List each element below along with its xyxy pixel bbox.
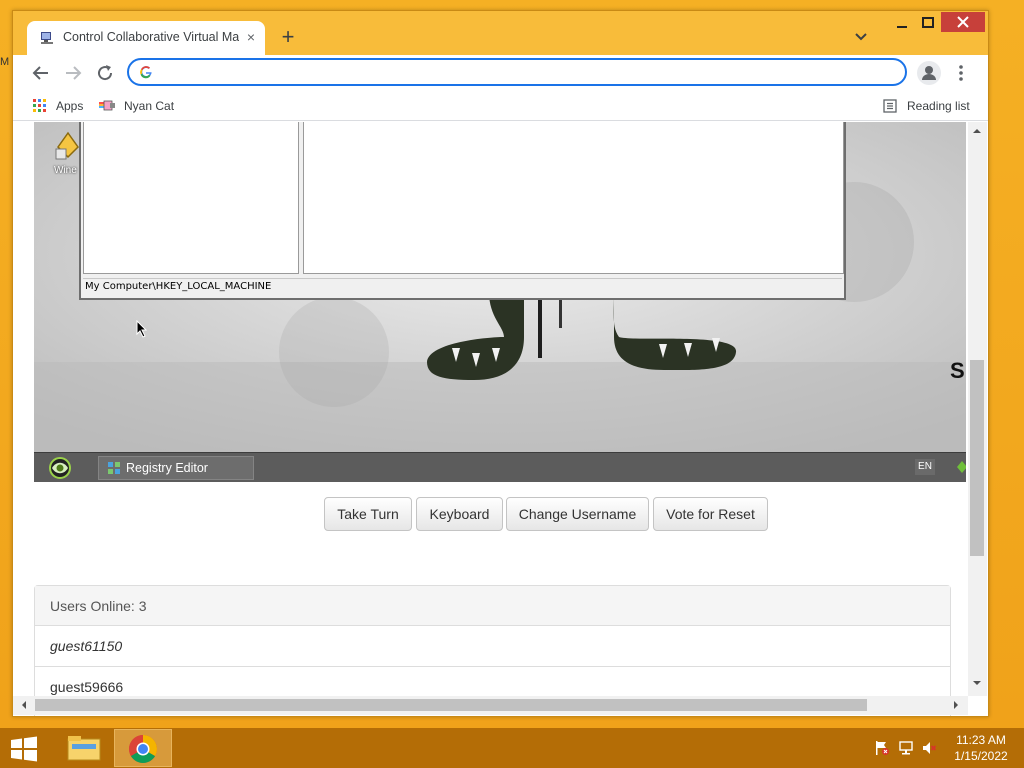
close-window-icon[interactable] xyxy=(941,12,985,32)
vm-taskbar-registry-editor[interactable]: Registry Editor xyxy=(98,456,254,480)
clock-date: 1/15/2022 xyxy=(954,749,1008,763)
scroll-down-arrow-icon[interactable] xyxy=(972,678,982,688)
file-explorer-icon xyxy=(67,736,101,761)
taskbar-chrome[interactable] xyxy=(114,729,172,767)
chrome-icon xyxy=(129,735,157,763)
network-icon[interactable] xyxy=(898,740,914,756)
bookmark-nyan-cat[interactable]: Nyan Cat xyxy=(99,97,189,115)
minimize-icon[interactable] xyxy=(889,13,915,33)
bookmark-apps-label: Apps xyxy=(56,99,84,113)
tab-strip: Control Collaborative Virtual Ma × + xyxy=(13,11,988,55)
windows-start-icon[interactable] xyxy=(10,736,38,762)
scroll-up-arrow-icon[interactable] xyxy=(972,126,982,136)
vm-desktop-icon-label: Wine xyxy=(54,165,77,176)
profile-avatar-icon[interactable] xyxy=(917,61,941,85)
registry-status-bar: My Computer\HKEY_LOCAL_MACHINE xyxy=(83,278,842,296)
taskbar-file-explorer[interactable] xyxy=(55,729,113,767)
forward-arrow-icon[interactable] xyxy=(61,61,85,85)
new-tab-button[interactable]: + xyxy=(275,25,301,49)
vm-taskbar: Registry Editor EN xyxy=(34,452,966,482)
user-list-item: guest61150 xyxy=(35,626,950,667)
browser-tab[interactable]: Control Collaborative Virtual Ma × xyxy=(27,21,265,55)
vote-reset-button[interactable]: Vote for Reset xyxy=(653,497,768,531)
mouse-cursor-icon xyxy=(136,320,148,338)
change-username-button[interactable]: Change Username xyxy=(506,497,649,531)
vm-tray-icon[interactable] xyxy=(956,460,966,474)
browser-window: Control Collaborative Virtual Ma × + App… xyxy=(12,10,989,717)
vm-taskbar-item-label: Registry Editor xyxy=(126,461,208,475)
wallpaper-edge-letter: S xyxy=(950,358,965,383)
vm-language-indicator[interactable]: EN xyxy=(915,459,935,475)
registry-editor-window: My Computer\HKEY_LOCAL_MACHINE xyxy=(79,122,846,300)
more-menu-icon[interactable] xyxy=(953,61,969,85)
volume-muted-icon[interactable] xyxy=(921,740,937,756)
system-clock[interactable]: 11:23 AM 1/15/2022 xyxy=(944,732,1018,764)
bookmark-nyan-label: Nyan Cat xyxy=(124,99,175,113)
maximize-icon[interactable] xyxy=(915,13,941,33)
clock-time: 11:23 AM xyxy=(956,733,1006,747)
registry-values-pane[interactable] xyxy=(303,122,844,274)
address-input[interactable] xyxy=(159,63,859,81)
vm-screen[interactable]: S Wine My Computer\HKEY_LOCAL_MACHINE Re… xyxy=(34,122,966,482)
reading-list-icon xyxy=(883,99,897,113)
apps-grid-icon xyxy=(33,99,46,112)
registry-tree-pane[interactable] xyxy=(83,122,299,274)
wine-app-icon xyxy=(55,131,79,160)
vm-start-button-icon[interactable] xyxy=(47,457,73,479)
bookmark-apps[interactable]: Apps xyxy=(33,97,93,115)
reading-list-label: Reading list xyxy=(907,99,970,113)
computer-favicon-icon xyxy=(41,32,53,44)
take-turn-button[interactable]: Take Turn xyxy=(324,497,412,531)
registry-editor-icon xyxy=(108,462,120,474)
action-center-flag-icon[interactable] xyxy=(874,740,890,756)
google-g-icon xyxy=(140,66,152,79)
address-bar[interactable] xyxy=(127,58,907,86)
vertical-scroll-thumb[interactable] xyxy=(970,360,984,556)
users-online-header: Users Online: 3 xyxy=(35,586,950,626)
scroll-right-arrow-icon[interactable] xyxy=(951,700,961,710)
bookmarks-bar: Apps Nyan Cat Reading list xyxy=(13,91,988,121)
tab-close-icon[interactable]: × xyxy=(241,27,261,47)
back-arrow-icon[interactable] xyxy=(29,61,53,85)
nyan-cat-icon xyxy=(99,100,115,111)
tab-title: Control Collaborative Virtual Ma xyxy=(63,30,239,44)
reload-icon[interactable] xyxy=(93,61,117,85)
host-taskbar: 11:23 AM 1/15/2022 xyxy=(0,728,1024,768)
vertical-scrollbar[interactable] xyxy=(968,122,987,696)
horizontal-scroll-thumb[interactable] xyxy=(35,699,867,711)
page-viewport: S Wine My Computer\HKEY_LOCAL_MACHINE Re… xyxy=(13,122,988,716)
desktop-edge-text: M xyxy=(0,56,10,68)
vm-controls: Take Turn Keyboard Change Username Vote … xyxy=(13,497,966,531)
browser-toolbar xyxy=(13,55,988,91)
scroll-left-arrow-icon[interactable] xyxy=(19,700,29,710)
reading-list-button[interactable]: Reading list xyxy=(883,97,983,115)
keyboard-button[interactable]: Keyboard xyxy=(416,497,503,531)
tab-search-chevron-icon[interactable] xyxy=(851,27,871,47)
horizontal-scrollbar[interactable] xyxy=(13,696,968,715)
